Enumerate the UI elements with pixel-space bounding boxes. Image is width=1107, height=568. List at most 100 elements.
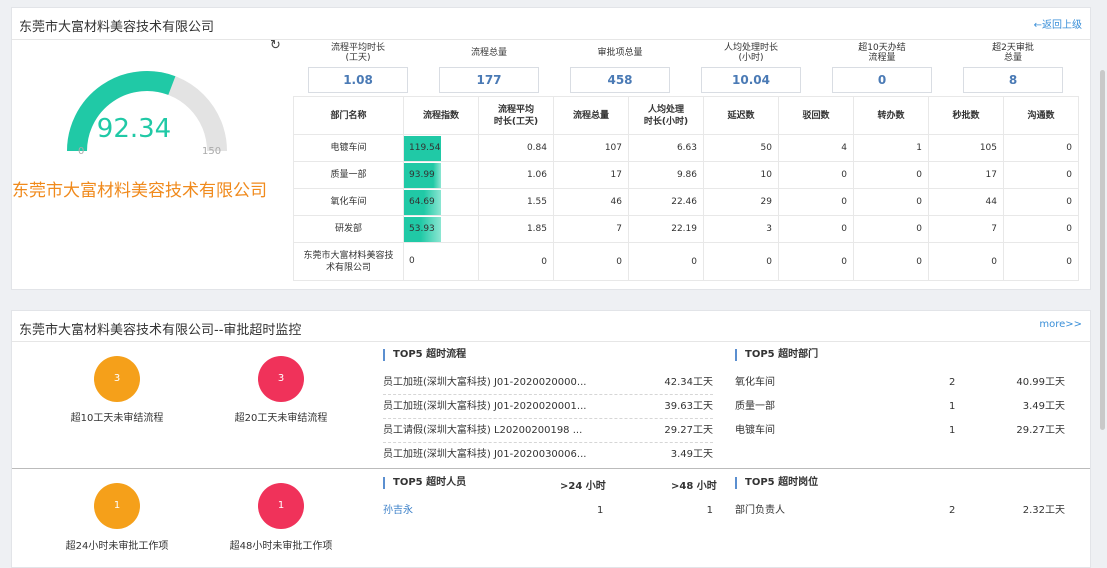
index-cell: 119.54 xyxy=(403,134,479,162)
over-48-hours-label: 超48小时未审批工作项 xyxy=(229,541,333,552)
dept-cell[interactable]: 研发部 xyxy=(293,215,404,243)
column-header[interactable]: 秒批数 xyxy=(928,96,1004,135)
table-cell: 1.55 xyxy=(478,188,554,216)
process-name[interactable]: 员工请假(深圳大富科技) L20200200198 ... xyxy=(383,419,623,443)
column-header[interactable]: 部门名称 xyxy=(293,96,404,135)
stat-per-capita: 人均处理时长 (小时) 10.04 xyxy=(701,42,801,93)
table-row[interactable]: 氧化车间 64.69 1.55 46 22.46 29 0 0 44 0 xyxy=(293,188,1079,216)
table-header-row: 部门名称 流程指数 流程平均 时长(工天) 流程总量 人均处理 时长(小时) 延… xyxy=(293,96,1079,135)
column-header[interactable]: 沟通数 xyxy=(1003,96,1079,135)
gauge-min-label: 0 xyxy=(78,146,85,157)
dept-cell[interactable]: 电镀车间 xyxy=(293,134,404,162)
column-header[interactable]: 人均处理 时长(小时) xyxy=(628,96,704,135)
over-20-days-circle[interactable]: 3 xyxy=(258,356,304,402)
table-row[interactable]: 研发部 53.93 1.85 7 22.19 3 0 0 7 0 xyxy=(293,215,1079,243)
table-cell: 17 xyxy=(553,161,629,189)
stat-avg-duration: 流程平均时长 (工天) 1.08 xyxy=(308,42,408,93)
dept-count: 2 xyxy=(949,377,956,388)
stat-over-10-days: 超10天办结 流程量 0 xyxy=(832,42,932,93)
process-name[interactable]: 员工加班(深圳大富科技) J01-2020030006... xyxy=(383,443,623,467)
table-cell: 0 xyxy=(853,188,929,216)
table-row[interactable]: 电镀车间 119.54 0.84 107 6.63 50 4 1 105 0 xyxy=(293,134,1079,162)
index-cell: 93.99 xyxy=(403,161,479,189)
process-name[interactable]: 员工加班(深圳大富科技) J01-2020020000... xyxy=(383,371,623,395)
list-item[interactable]: 员工请假(深圳大富科技) L20200200198 ... 29.27工天 xyxy=(383,419,713,443)
person-over-48h: 1 xyxy=(706,505,713,516)
column-header[interactable]: 流程指数 xyxy=(403,96,479,135)
dept-duration: 3.49工天 xyxy=(1022,401,1065,412)
dept-count: 1 xyxy=(949,425,956,436)
dept-cell[interactable]: 东莞市大富材料美容技术有限公司 xyxy=(293,242,404,281)
stat-value: 458 xyxy=(570,67,670,93)
divider xyxy=(12,39,1090,40)
post-count: 2 xyxy=(949,505,956,516)
table-cell: 1.85 xyxy=(478,215,554,243)
table-cell: 0 xyxy=(778,242,854,281)
process-duration: 29.27工天 xyxy=(664,425,713,436)
list-item[interactable]: 员工加班(深圳大富科技) J01-2020030006... 3.49工天 xyxy=(383,443,713,467)
table-cell: 0 xyxy=(628,242,704,281)
process-duration: 3.49工天 xyxy=(670,449,713,460)
process-name[interactable]: 员工加班(深圳大富科技) J01-2020020001... xyxy=(383,395,623,419)
table-cell: 0 xyxy=(853,161,929,189)
table-cell: 7 xyxy=(928,215,1004,243)
over-20-days-label: 超20工天未审结流程 xyxy=(234,413,328,424)
monitor-title: 东莞市大富材料美容技术有限公司--审批超时监控 xyxy=(19,323,302,338)
divider xyxy=(12,341,1090,342)
column-header[interactable]: 流程总量 xyxy=(553,96,629,135)
department-table: 部门名称 流程指数 流程平均 时长(工天) 流程总量 人均处理 时长(小时) 延… xyxy=(293,96,1079,281)
table-cell: 22.19 xyxy=(628,215,704,243)
col-over-48h: >48 小时 xyxy=(671,481,717,492)
table-row[interactable]: 东莞市大富材料美容技术有限公司 0 0 0 0 0 0 0 0 0 xyxy=(293,242,1079,281)
table-cell: 0 xyxy=(703,242,779,281)
table-cell: 50 xyxy=(703,134,779,162)
process-duration: 39.63工天 xyxy=(664,401,713,412)
table-cell: 9.86 xyxy=(628,161,704,189)
stat-label: 流程总量 xyxy=(470,48,507,58)
stat-label: 人均处理时长 (小时) xyxy=(723,43,778,63)
column-header[interactable]: 驳回数 xyxy=(778,96,854,135)
vertical-scrollbar[interactable] xyxy=(1100,70,1105,430)
list-item[interactable]: 质量一部 1 3.49工天 xyxy=(735,395,1065,419)
list-item[interactable]: 员工加班(深圳大富科技) J01-2020020000... 42.34工天 xyxy=(383,371,713,395)
back-link[interactable]: ←返回上级 xyxy=(1034,16,1082,31)
column-header[interactable]: 延迟数 xyxy=(703,96,779,135)
post-duration: 2.32工天 xyxy=(1022,505,1065,516)
table-cell: 6.63 xyxy=(628,134,704,162)
stat-value: 0 xyxy=(832,67,932,93)
column-header[interactable]: 转办数 xyxy=(853,96,929,135)
table-cell: 0.84 xyxy=(478,134,554,162)
divider xyxy=(12,468,1090,469)
gauge-max-label: 150 xyxy=(202,146,222,157)
list-item[interactable]: 电镀车间 1 29.27工天 xyxy=(735,419,1065,443)
timeout-monitor-panel: 东莞市大富材料美容技术有限公司--审批超时监控 more>> 3 超10工天未审… xyxy=(11,310,1091,568)
list-item[interactable]: 部门负责人 2 2.32工天 xyxy=(735,499,1065,523)
table-cell: 1 xyxy=(853,134,929,162)
list-item[interactable]: 员工加班(深圳大富科技) J01-2020020001... 39.63工天 xyxy=(383,395,713,419)
stat-label: 流程平均时长 (工天) xyxy=(330,43,385,63)
top5-dept-title: TOP5 超时部门 xyxy=(735,349,818,361)
top5-person-title: TOP5 超时人员 xyxy=(383,477,466,489)
table-row[interactable]: 质量一部 93.99 1.06 17 9.86 10 0 0 17 0 xyxy=(293,161,1079,189)
index-bar: 0 xyxy=(409,256,415,266)
over-24-hours-circle[interactable]: 1 xyxy=(94,483,140,529)
index-bar: 119.54 xyxy=(404,135,441,161)
dept-cell[interactable]: 氧化车间 xyxy=(293,188,404,216)
person-name-link[interactable]: 孙吉永 xyxy=(383,499,413,523)
list-item[interactable]: 孙吉永 1 1 xyxy=(383,499,713,523)
over-48-hours-circle[interactable]: 1 xyxy=(258,483,304,529)
index-cell: 0 xyxy=(403,242,479,281)
dept-cell[interactable]: 质量一部 xyxy=(293,161,404,189)
list-item[interactable]: 氧化车间 2 40.99工天 xyxy=(735,371,1065,395)
more-link[interactable]: more>> xyxy=(1039,319,1082,330)
overview-title: 东莞市大富材料美容技术有限公司 xyxy=(19,20,215,35)
refresh-icon[interactable]: ↻ xyxy=(270,38,281,53)
dept-count: 1 xyxy=(949,401,956,412)
table-cell: 10 xyxy=(703,161,779,189)
table-cell: 0 xyxy=(928,242,1004,281)
table-cell: 0 xyxy=(853,242,929,281)
table-cell: 0 xyxy=(778,215,854,243)
table-cell: 0 xyxy=(553,242,629,281)
column-header[interactable]: 流程平均 时长(工天) xyxy=(478,96,554,135)
over-10-days-circle[interactable]: 3 xyxy=(94,356,140,402)
